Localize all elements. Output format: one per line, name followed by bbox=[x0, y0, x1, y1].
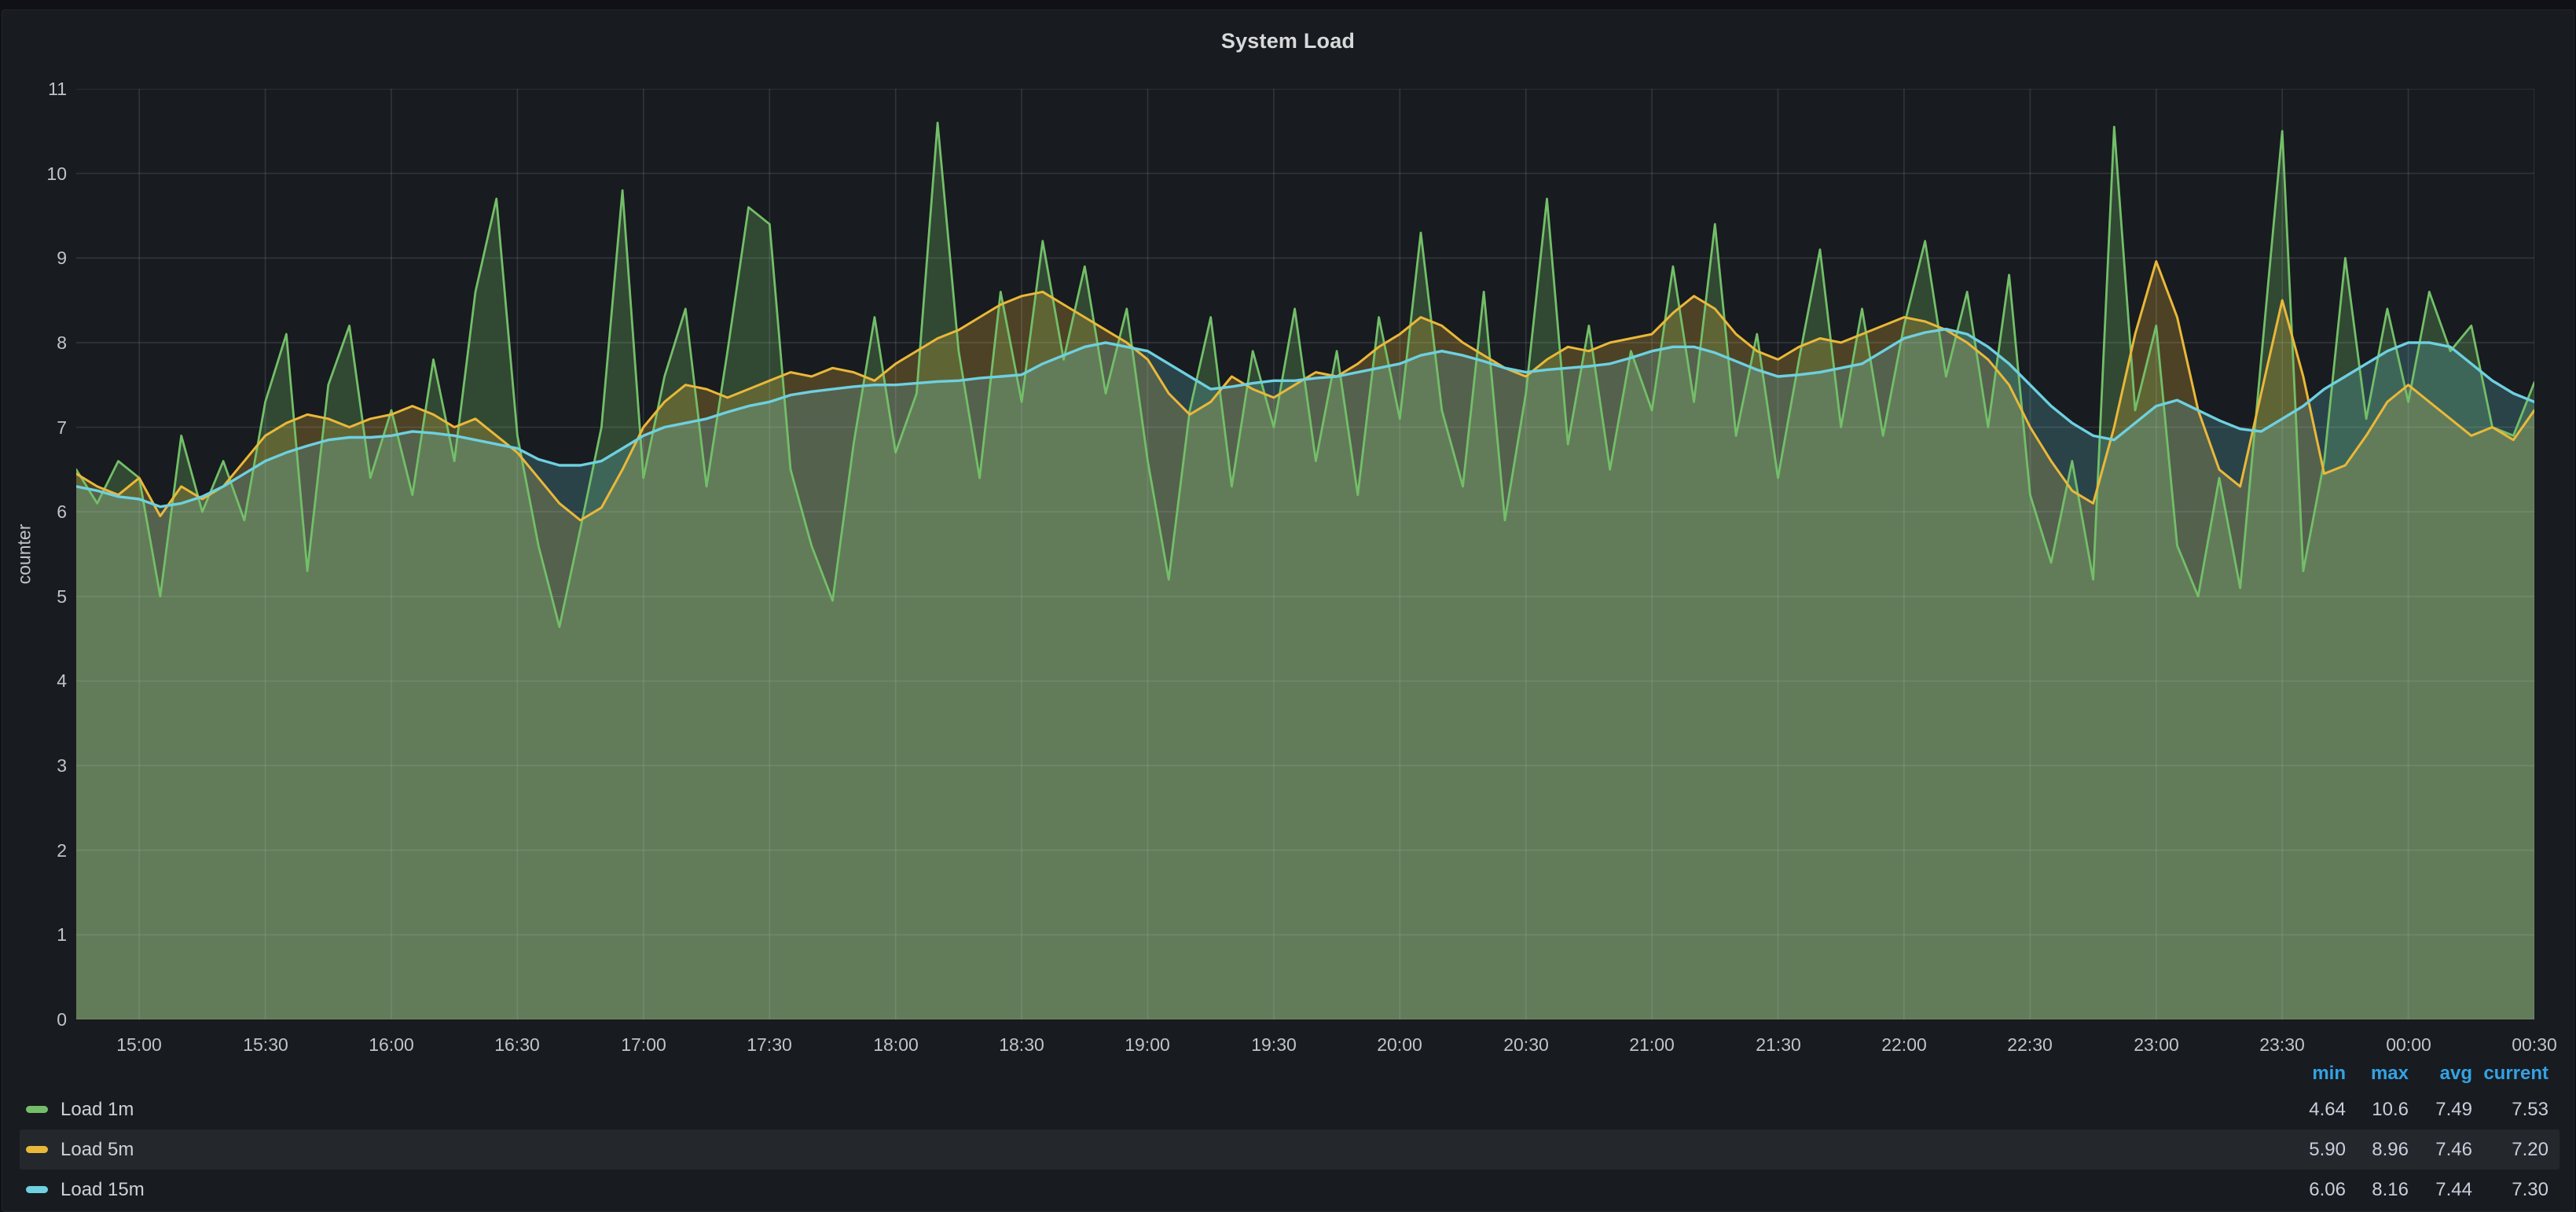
x-tick-label: 15:30 bbox=[218, 1029, 313, 1060]
x-tick-label: 00:30 bbox=[2487, 1029, 2576, 1060]
system-load-panel: System Load counter 01234567891011 15:00… bbox=[2, 9, 2574, 1212]
y-tick-label: 8 bbox=[2, 332, 67, 353]
legend-sort-current[interactable]: current bbox=[2472, 1063, 2548, 1085]
x-tick-label: 17:30 bbox=[722, 1029, 816, 1060]
x-tick-label: 21:30 bbox=[1731, 1029, 1826, 1060]
load-5m-label[interactable]: Load 5m bbox=[61, 1139, 134, 1161]
x-tick-label: 21:00 bbox=[1605, 1029, 1699, 1060]
legend: minmaxavgcurrent Load 1m 4.6410.67.497.53… bbox=[20, 1058, 2559, 1210]
y-tick-label: 4 bbox=[2, 670, 67, 691]
y-tick-label: 5 bbox=[2, 586, 67, 607]
load-1m-avg-value: 7.49 bbox=[2409, 1099, 2472, 1121]
load-1m-min-value: 4.64 bbox=[2275, 1099, 2346, 1121]
load-15m-avg-value: 7.44 bbox=[2409, 1179, 2472, 1201]
load-15m-label[interactable]: Load 15m bbox=[61, 1179, 145, 1201]
x-tick-label: 20:30 bbox=[1479, 1029, 1573, 1060]
legend-header-row: minmaxavgcurrent bbox=[20, 1058, 2559, 1089]
y-tick-label: 0 bbox=[2, 1009, 67, 1030]
y-tick-label: 2 bbox=[2, 840, 67, 861]
y-axis-tick-labels: 01234567891011 bbox=[2, 89, 67, 1019]
x-tick-label: 20:00 bbox=[1352, 1029, 1447, 1060]
x-tick-label: 00:00 bbox=[2361, 1029, 2456, 1060]
load-1m-current-value: 7.53 bbox=[2472, 1099, 2548, 1121]
legend-row-load-15m[interactable]: Load 15m 6.068.167.447.30 bbox=[20, 1170, 2559, 1210]
y-tick-label: 7 bbox=[2, 417, 67, 438]
x-tick-label: 22:00 bbox=[1857, 1029, 1951, 1060]
legend-sort-max[interactable]: max bbox=[2346, 1063, 2409, 1085]
legend-row-load-1m[interactable]: Load 1m 4.6410.67.497.53 bbox=[20, 1089, 2559, 1129]
y-tick-label: 1 bbox=[2, 924, 67, 945]
x-tick-label: 16:30 bbox=[470, 1029, 564, 1060]
x-tick-label: 23:00 bbox=[2109, 1029, 2204, 1060]
y-tick-label: 10 bbox=[2, 163, 67, 184]
system-load-chart[interactable] bbox=[76, 89, 2534, 1019]
load-5m-max-value: 8.96 bbox=[2346, 1139, 2409, 1161]
y-tick-label: 9 bbox=[2, 248, 67, 268]
x-tick-label: 22:30 bbox=[1983, 1029, 2077, 1060]
x-tick-label: 19:30 bbox=[1227, 1029, 1321, 1060]
legend-row-load-5m[interactable]: Load 5m 5.908.967.467.20 bbox=[20, 1129, 2559, 1170]
x-tick-label: 18:00 bbox=[849, 1029, 943, 1060]
x-axis-tick-labels: 15:00 15:30 16:00 16:30 17:00 17:30 18:00 18:30… bbox=[76, 1029, 2534, 1060]
y-tick-label: 6 bbox=[2, 501, 67, 522]
load-15m-current-value: 7.30 bbox=[2472, 1179, 2548, 1201]
x-tick-label: 18:30 bbox=[974, 1029, 1069, 1060]
load-15m-color-swatch[interactable] bbox=[26, 1186, 48, 1193]
load-1m-label[interactable]: Load 1m bbox=[61, 1099, 134, 1121]
x-tick-label: 15:00 bbox=[92, 1029, 186, 1060]
load-5m-avg-value: 7.46 bbox=[2409, 1139, 2472, 1161]
x-tick-label: 19:00 bbox=[1100, 1029, 1194, 1060]
load-15m-min-value: 6.06 bbox=[2275, 1179, 2346, 1201]
legend-sort-avg[interactable]: avg bbox=[2409, 1063, 2472, 1085]
load-5m-min-value: 5.90 bbox=[2275, 1139, 2346, 1161]
x-tick-label: 17:00 bbox=[596, 1029, 691, 1060]
panel-title: System Load bbox=[2, 29, 2574, 53]
legend-sort-min[interactable]: min bbox=[2275, 1063, 2346, 1085]
load-15m-max-value: 8.16 bbox=[2346, 1179, 2409, 1201]
load-1m-max-value: 10.6 bbox=[2346, 1099, 2409, 1121]
y-tick-label: 3 bbox=[2, 755, 67, 776]
load-1m-color-swatch[interactable] bbox=[26, 1106, 48, 1113]
grafana-page: System Load counter 01234567891011 15:00… bbox=[0, 0, 2576, 1212]
y-tick-label: 11 bbox=[2, 79, 67, 99]
x-tick-label: 23:30 bbox=[2235, 1029, 2329, 1060]
load-5m-color-swatch[interactable] bbox=[26, 1146, 48, 1153]
load-5m-current-value: 7.20 bbox=[2472, 1139, 2548, 1161]
plot-area[interactable] bbox=[76, 89, 2534, 1019]
x-tick-label: 16:00 bbox=[344, 1029, 439, 1060]
